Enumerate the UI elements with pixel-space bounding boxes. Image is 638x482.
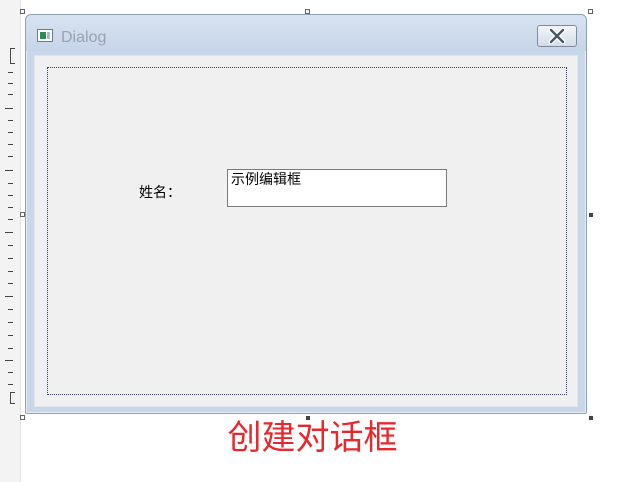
close-button[interactable]	[537, 25, 577, 47]
selection-frame	[47, 67, 567, 395]
ruler-tick	[5, 170, 13, 171]
ruler-tick	[8, 120, 13, 121]
dialog-titlebar[interactable]: Dialog	[26, 15, 586, 51]
ruler-tick	[8, 335, 13, 336]
ruler-tick	[8, 144, 13, 145]
dialog-window: Dialog 姓名： 示例编辑框	[25, 14, 587, 414]
ruler-tick	[8, 207, 13, 208]
ruler-tick	[8, 348, 13, 349]
ruler-tick	[8, 219, 13, 220]
designer-canvas: Dialog 姓名： 示例编辑框 创建对话框	[0, 0, 638, 482]
ruler-tick	[5, 360, 13, 361]
window-app-icon	[37, 29, 53, 42]
ruler-tick	[8, 183, 13, 184]
dialog-client-area: 姓名： 示例编辑框	[34, 55, 578, 407]
ruler-tick	[8, 132, 13, 133]
ruler-tick	[8, 72, 13, 73]
vertical-ruler	[0, 0, 21, 482]
caption-text: 创建对话框	[227, 418, 398, 458]
ruler-tick	[8, 258, 13, 259]
ruler-tick	[8, 322, 13, 323]
ruler-tick	[8, 372, 13, 373]
ruler-tick	[5, 108, 13, 109]
ruler-bracket	[10, 48, 15, 64]
ruler-bracket	[10, 392, 15, 404]
ruler-tick	[8, 283, 13, 284]
ruler-tick	[8, 384, 13, 385]
name-edit-box[interactable]: 示例编辑框	[227, 169, 447, 207]
resize-handle-top-right[interactable]	[588, 9, 593, 14]
close-icon	[548, 28, 566, 44]
ruler-tick	[8, 83, 13, 84]
dialog-title: Dialog	[61, 29, 107, 46]
ruler-tick	[5, 296, 13, 297]
resize-handle-top-left[interactable]	[20, 9, 25, 14]
ruler-tick	[5, 232, 13, 233]
name-label: 姓名：	[139, 185, 181, 201]
ruler-tick	[8, 94, 13, 95]
ruler-tick	[8, 195, 13, 196]
ruler-tick	[8, 245, 13, 246]
ruler-tick	[8, 156, 13, 157]
ruler-tick	[8, 271, 13, 272]
ruler-tick	[8, 309, 13, 310]
resize-handle-right[interactable]	[589, 213, 593, 217]
